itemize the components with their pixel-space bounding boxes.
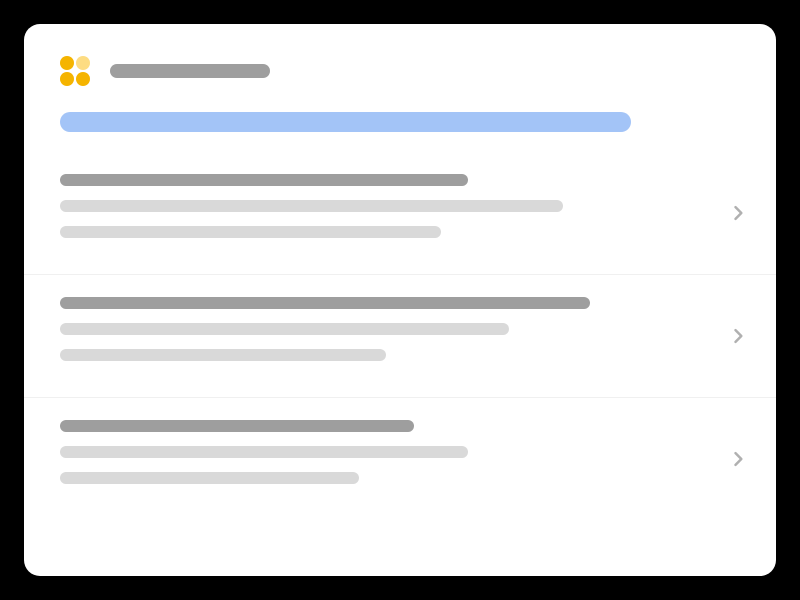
item-title	[60, 297, 590, 309]
chevron-right-icon[interactable]	[728, 203, 748, 223]
card	[24, 24, 776, 576]
list-item[interactable]	[24, 152, 776, 274]
result-list	[24, 152, 776, 520]
app-logo-icon	[60, 56, 90, 86]
chevron-right-icon[interactable]	[728, 449, 748, 469]
list-item[interactable]	[24, 397, 776, 520]
item-desc-line	[60, 349, 386, 361]
logo-dot	[60, 72, 74, 86]
banner-row	[24, 86, 776, 132]
chevron-right-icon[interactable]	[728, 326, 748, 346]
logo-dot	[60, 56, 74, 70]
info-banner[interactable]	[60, 112, 631, 132]
logo-dot	[76, 56, 90, 70]
item-desc-line	[60, 472, 359, 484]
list-item[interactable]	[24, 274, 776, 397]
page-title	[110, 64, 270, 78]
item-title	[60, 420, 414, 432]
item-desc-line	[60, 323, 509, 335]
item-desc-line	[60, 226, 441, 238]
item-title	[60, 174, 468, 186]
item-desc-line	[60, 200, 563, 212]
logo-dot	[76, 72, 90, 86]
item-desc-line	[60, 446, 468, 458]
header	[24, 24, 776, 86]
